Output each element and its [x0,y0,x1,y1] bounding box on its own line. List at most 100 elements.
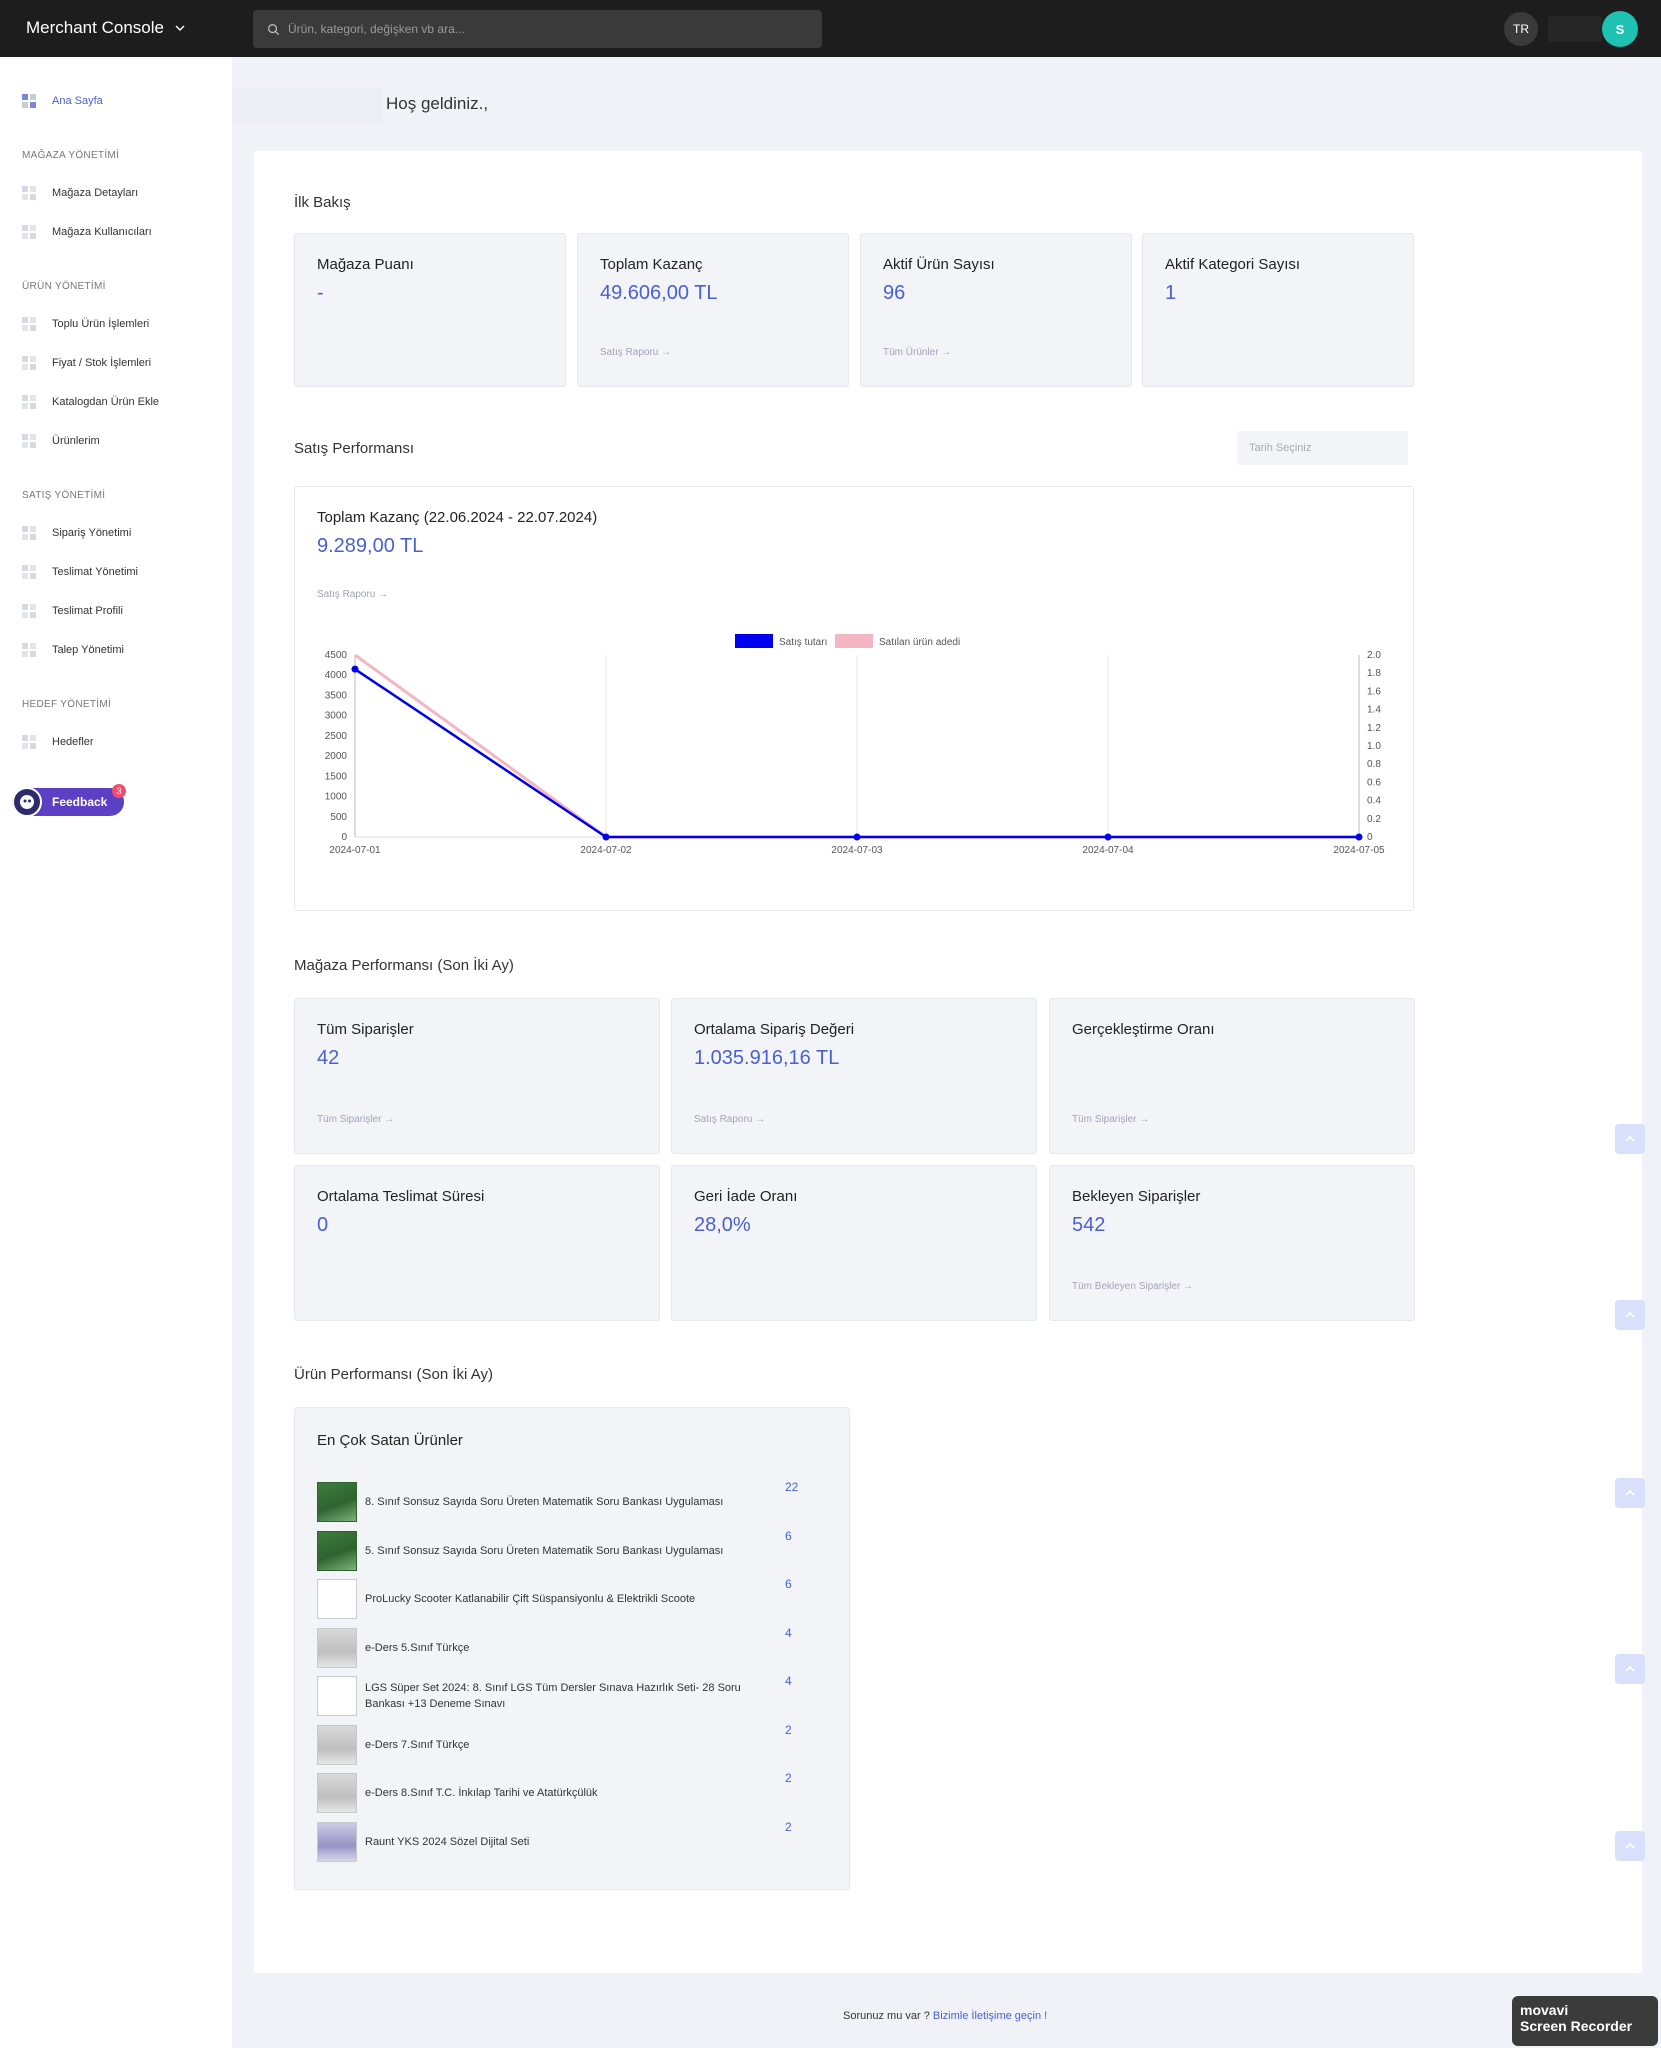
y-right-tick-label: 1.8 [1367,668,1381,679]
card-title: Geri İade Oranı [694,1188,798,1205]
x-tick-label: 2024-07-01 [329,845,381,856]
store-perf-card: Ortalama Teslimat Süresi 0 [294,1165,660,1321]
product-count: 4 [785,1625,792,1640]
y-right-tick-label: 1.4 [1367,705,1381,716]
card-link[interactable]: Tüm Siparişler → [1072,1114,1149,1125]
card-value: 1.035.916,16 TL [694,1047,840,1069]
product-row[interactable]: e-Ders 7.Sınıf Türkçe 2 [317,1723,827,1767]
card-link[interactable]: Tüm Bekleyen Siparişler → [1072,1281,1193,1292]
y-right-tick-label: 0.2 [1367,814,1381,825]
scroll-up-button[interactable] [1615,1478,1645,1508]
brand-menu[interactable]: Merchant Console [26,18,186,38]
user-name[interactable] [1548,16,1602,42]
sidebar-item[interactable]: Ürünlerim [22,434,100,448]
legend-swatch [835,634,873,648]
sidebar-item-home[interactable]: Ana Sayfa [22,94,103,108]
sidebar-item-label: Mağaza Kullanıcıları [52,226,152,238]
sidebar-item[interactable]: Talep Yönetimi [22,643,124,657]
sidebar-item-label: Fiyat / Stok İşlemleri [52,357,152,369]
y-left-tick-label: 2500 [325,731,348,742]
card-link[interactable]: Tüm Siparişler → [317,1114,394,1125]
sidebar-item[interactable]: Mağaza Detayları [22,186,138,200]
sidebar-item[interactable]: Sipariş Yönetimi [22,526,131,540]
y-right-tick-label: 1.0 [1367,741,1381,752]
sidebar-item[interactable]: Mağaza Kullanıcıları [22,225,152,239]
card-link[interactable]: Satış Raporu → [600,347,671,358]
product-row[interactable]: 5. Sınıf Sonsuz Sayıda Soru Üreten Matem… [317,1529,827,1573]
product-row[interactable]: 8. Sınıf Sonsuz Sayıda Soru Üreten Matem… [317,1480,827,1524]
overview-card: Aktif Ürün Sayısı 96 Tüm Ürünler → [860,233,1132,387]
top-products-card: En Çok Satan Ürünler 8. Sınıf Sonsuz Say… [294,1407,850,1890]
contact-link[interactable]: Bizimle İletişime geçin ! [933,2010,1047,2022]
product-thumbnail [317,1676,357,1716]
feedback-button[interactable]: Feedback [12,787,124,817]
sidebar-section-title: MAĞAZA YÖNETİMİ [22,150,120,161]
y-left-tick-label: 3000 [325,711,348,722]
search-box[interactable] [253,10,822,48]
product-name: e-Ders 5.Sınıf Türkçe [365,1641,470,1654]
product-row[interactable]: LGS Süper Set 2024: 8. Sınıf LGS Tüm Der… [317,1674,827,1718]
chevron-up-icon [1625,1489,1635,1496]
language-button[interactable]: TR [1504,12,1538,46]
product-thumbnail [317,1821,357,1862]
sales-line-chart: 0 500 1000 1500 2000 2500 3000 3500 4000 4500 0 0.2… [325,634,1385,856]
legend-label: Satış tutarı [779,637,827,648]
scroll-up-button[interactable] [1615,1654,1645,1684]
product-count: 2 [785,1819,792,1834]
sidebar-section-title: SATIŞ YÖNETİMİ [22,490,106,501]
overview-card: Mağaza Puanı - [294,233,566,387]
product-row[interactable]: e-Ders 5.Sınıf Türkçe 4 [317,1626,827,1670]
screen-recorder-watermark: movavi Screen Recorder [1512,1996,1658,2046]
sales-title: Satış Performansı [294,440,415,457]
sidebar-item[interactable]: Katalogdan Ürün Ekle [22,395,159,409]
product-count: 2 [785,1771,792,1785]
x-tick-label: 2024-07-02 [580,845,632,856]
product-row[interactable]: ProLucky Scooter Katlanabilir Çift Süspa… [317,1577,827,1621]
store-perf-card: Tüm Siparişler 42 Tüm Siparişler → [294,998,660,1154]
y-left-tick-label: 2000 [325,751,348,762]
sidebar-item[interactable]: Hedefler [22,735,94,749]
watermark-line2: Screen Recorder [1520,2018,1633,2034]
chevron-up-icon [1625,1135,1635,1142]
series-point [1104,833,1112,841]
search-input[interactable] [288,22,808,36]
feedback-icon [12,787,42,817]
menu-icon [22,186,36,200]
card-link[interactable]: Tüm Ürünler → [883,347,951,358]
scroll-up-button[interactable] [1615,1300,1645,1330]
store-perf-card: Bekleyen Siparişler 542 Tüm Bekleyen Sipar… [1049,1165,1415,1321]
menu-icon [22,434,36,448]
scroll-up-button[interactable] [1615,1831,1645,1861]
scroll-up-button[interactable] [1615,1124,1645,1154]
product-row[interactable]: e-Ders 8.Sınıf T.C. İnkılap Tarihi ve At… [317,1771,827,1815]
card-link[interactable]: Satış Raporu → [694,1114,765,1125]
avatar[interactable]: S [1602,11,1638,47]
menu-icon [22,317,36,331]
overview-card: Toplam Kazanç 49.606,00 TL Satış Raporu → [577,233,849,387]
product-thumbnail [317,1773,357,1813]
sidebar-item[interactable]: Teslimat Yönetimi [22,565,138,579]
store-perf-title: Mağaza Performansı (Son İki Ay) [294,957,514,974]
sidebar-item[interactable]: Teslimat Profili [22,604,123,618]
sidebar-item[interactable]: Toplu Ürün İşlemleri [22,317,149,331]
date-picker[interactable]: Tarih Seçiniz [1237,431,1408,465]
sales-chart-card: Toplam Kazanç (22.06.2024 - 22.07.2024) … [294,486,1414,911]
card-value: - [317,282,324,304]
card-value: 49.606,00 TL [600,282,718,304]
top-bar: Merchant Console TR S [0,0,1661,57]
store-perf-card: Geri İade Oranı 28,0% [671,1165,1037,1321]
card-title: Aktif Ürün Sayısı [883,256,995,273]
sidebar-item[interactable]: Fiyat / Stok İşlemleri [22,356,151,370]
menu-icon [22,356,36,370]
footer: Sorunuz mu var ? Bizimle İletişime geçin… [843,2010,1047,2022]
card-title: Tüm Siparişler [317,1021,414,1038]
card-title: Gerçekleştirme Oranı [1072,1021,1215,1038]
legend-label: Satılan ürün adedi [879,637,960,648]
feedback-badge: 3 [112,784,126,798]
card-title: Mağaza Puanı [317,256,414,273]
footer-text: Sorunuz mu var ? [843,2010,930,2022]
product-thumbnail [317,1482,357,1522]
product-name: 5. Sınıf Sonsuz Sayıda Soru Üreten Matem… [365,1544,724,1557]
product-row[interactable]: Raunt YKS 2024 Sözel Dijital Seti 2 [317,1820,827,1864]
product-thumbnail [317,1627,357,1668]
